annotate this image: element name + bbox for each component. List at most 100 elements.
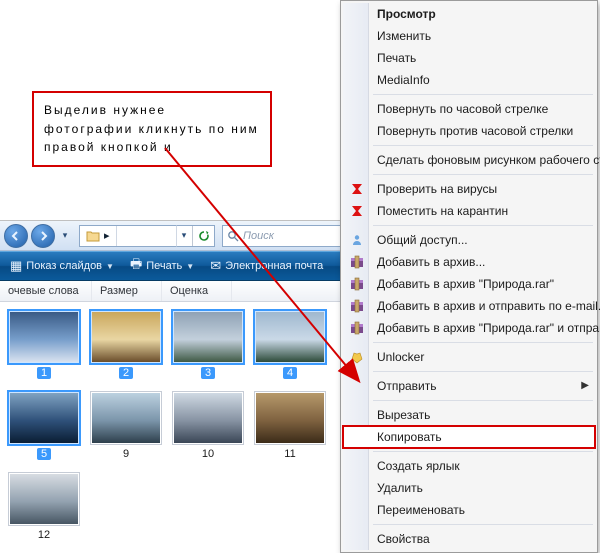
thumbnail-item[interactable]: 5	[6, 391, 82, 460]
address-box[interactable]: ▸ ▾	[79, 225, 215, 247]
menu-item-label: Создать ярлык	[377, 459, 460, 473]
thumbnail-item[interactable]: 11	[252, 391, 328, 460]
column-headers: очевые слова Размер Оценка	[0, 281, 346, 302]
menu-item[interactable]: Добавить в архив "Природа.rar" и отправи…	[343, 317, 595, 339]
menu-item[interactable]: Повернуть против часовой стрелки	[343, 120, 595, 142]
kav-scan-icon	[348, 180, 366, 198]
menu-item[interactable]: Добавить в архив...	[343, 251, 595, 273]
search-placeholder: Поиск	[243, 230, 274, 242]
menu-item[interactable]: MediaInfo	[343, 69, 595, 91]
menu-item[interactable]: Поместить на карантин	[343, 200, 595, 222]
command-print[interactable]: 🖶 Печать ▼	[122, 252, 202, 280]
menu-item[interactable]: Удалить	[343, 477, 595, 499]
kav-quarantine-icon	[348, 202, 366, 220]
thumbnail-item[interactable]: 9	[88, 391, 164, 460]
search-icon	[227, 230, 239, 242]
menu-separator	[373, 145, 593, 146]
thumbnail-item[interactable]: 12	[6, 472, 82, 541]
thumbnail-item[interactable]: 2	[88, 310, 164, 379]
nav-history-dropdown[interactable]: ▾	[58, 225, 72, 247]
menu-item[interactable]: Добавить в архив и отправить по e-mail..…	[343, 295, 595, 317]
thumbnail-caption: 2	[119, 367, 133, 379]
menu-item[interactable]: Изменить	[343, 25, 595, 47]
menu-separator	[373, 371, 593, 372]
menu-item[interactable]: Сделать фоновым рисунком рабочего стола	[343, 149, 595, 171]
menu-item-label: Сделать фоновым рисунком рабочего стола	[377, 153, 600, 167]
refresh-button[interactable]	[192, 226, 214, 246]
explorer-window: ▾ ▸ ▾ Поиск ▦	[0, 220, 346, 513]
menu-separator	[373, 451, 593, 452]
menu-item-label: Копировать	[377, 430, 442, 444]
menu-separator	[373, 342, 593, 343]
menu-item[interactable]: Печать	[343, 47, 595, 69]
thumbnail-caption: 1	[37, 367, 51, 379]
nav-forward-button[interactable]	[31, 224, 55, 248]
email-icon: ✉	[210, 258, 221, 274]
winrar-icon	[348, 297, 366, 315]
column-tags[interactable]: очевые слова	[0, 281, 92, 301]
share-icon	[348, 231, 366, 249]
thumbnail-item[interactable]: 4	[252, 310, 328, 379]
address-segment[interactable]: ▸	[80, 226, 117, 246]
menu-item[interactable]: Unlocker	[343, 346, 595, 368]
menu-item-label: Повернуть по часовой стрелке	[377, 102, 548, 116]
command-email[interactable]: ✉ Электронная почта	[202, 252, 331, 280]
menu-item-label: Вырезать	[377, 408, 430, 422]
command-bar: ▦ Показ слайдов ▼ 🖶 Печать ▼ ✉ Электронн…	[0, 251, 346, 281]
address-bar: ▾ ▸ ▾ Поиск	[0, 221, 346, 251]
column-size[interactable]: Размер	[92, 281, 162, 301]
slideshow-icon: ▦	[10, 258, 22, 274]
menu-item-label: Добавить в архив "Природа.rar"	[377, 277, 554, 291]
menu-item-label: Добавить в архив и отправить по e-mail..…	[377, 299, 600, 313]
thumbnail-caption: 5	[37, 448, 51, 460]
folder-icon	[86, 230, 100, 242]
chevron-down-icon: ▼	[106, 262, 114, 271]
menu-item-label: MediaInfo	[377, 73, 430, 87]
menu-item-label: Удалить	[377, 481, 423, 495]
address-dropdown[interactable]: ▾	[176, 225, 192, 247]
menu-separator	[373, 400, 593, 401]
unlocker-icon	[348, 348, 366, 366]
search-input[interactable]: Поиск	[222, 225, 342, 247]
thumbnail-item[interactable]: 1	[6, 310, 82, 379]
menu-item-label: Поместить на карантин	[377, 204, 508, 218]
menu-item[interactable]: Создать ярлык	[343, 455, 595, 477]
menu-item[interactable]: Вырезать	[343, 404, 595, 426]
menu-item[interactable]: Общий доступ...	[343, 229, 595, 251]
menu-item[interactable]: Просмотр	[343, 3, 595, 25]
menu-item[interactable]: Проверить на вирусы	[343, 178, 595, 200]
thumbnail-caption: 12	[38, 529, 50, 541]
winrar-icon	[348, 319, 366, 337]
thumbnail-caption: 9	[123, 448, 129, 460]
menu-item[interactable]: Копировать	[343, 426, 595, 448]
winrar-icon	[348, 253, 366, 271]
menu-item-label: Свойства	[377, 532, 430, 546]
thumbnail-caption: 10	[202, 448, 214, 460]
menu-item[interactable]: Отправить ▶	[343, 375, 595, 397]
menu-item[interactable]: Добавить в архив "Природа.rar"	[343, 273, 595, 295]
column-rating[interactable]: Оценка	[162, 281, 232, 301]
menu-item-label: Изменить	[377, 29, 431, 43]
menu-item-label: Отправить	[377, 379, 437, 393]
thumbnail-item[interactable]: 10	[170, 391, 246, 460]
menu-item-label: Печать	[377, 51, 416, 65]
menu-item-label: Повернуть против часовой стрелки	[377, 124, 573, 138]
command-slideshow[interactable]: ▦ Показ слайдов ▼	[2, 252, 122, 280]
menu-item[interactable]: Повернуть по часовой стрелке	[343, 98, 595, 120]
print-icon: 🖶	[130, 255, 142, 277]
menu-item[interactable]: Переименовать	[343, 499, 595, 521]
menu-separator	[373, 524, 593, 525]
refresh-icon	[198, 230, 210, 242]
nav-back-button[interactable]	[4, 224, 28, 248]
menu-item[interactable]: Свойства	[343, 528, 595, 550]
chevron-down-icon: ▼	[186, 262, 194, 271]
menu-item-label: Общий доступ...	[377, 233, 468, 247]
thumbnail-item[interactable]: 3	[170, 310, 246, 379]
tutorial-callout: Выделив нужнее фотографии кликнуть по ни…	[32, 91, 272, 167]
menu-item-label: Добавить в архив "Природа.rar" и отправи…	[377, 321, 600, 335]
submenu-arrow-icon: ▶	[581, 380, 589, 391]
menu-item-label: Проверить на вирусы	[377, 182, 497, 196]
thumbnail-caption: 4	[283, 367, 297, 379]
context-menu: Просмотр Изменить Печать MediaInfo Повернуть…	[340, 0, 598, 553]
thumbnail-caption: 3	[201, 367, 215, 379]
